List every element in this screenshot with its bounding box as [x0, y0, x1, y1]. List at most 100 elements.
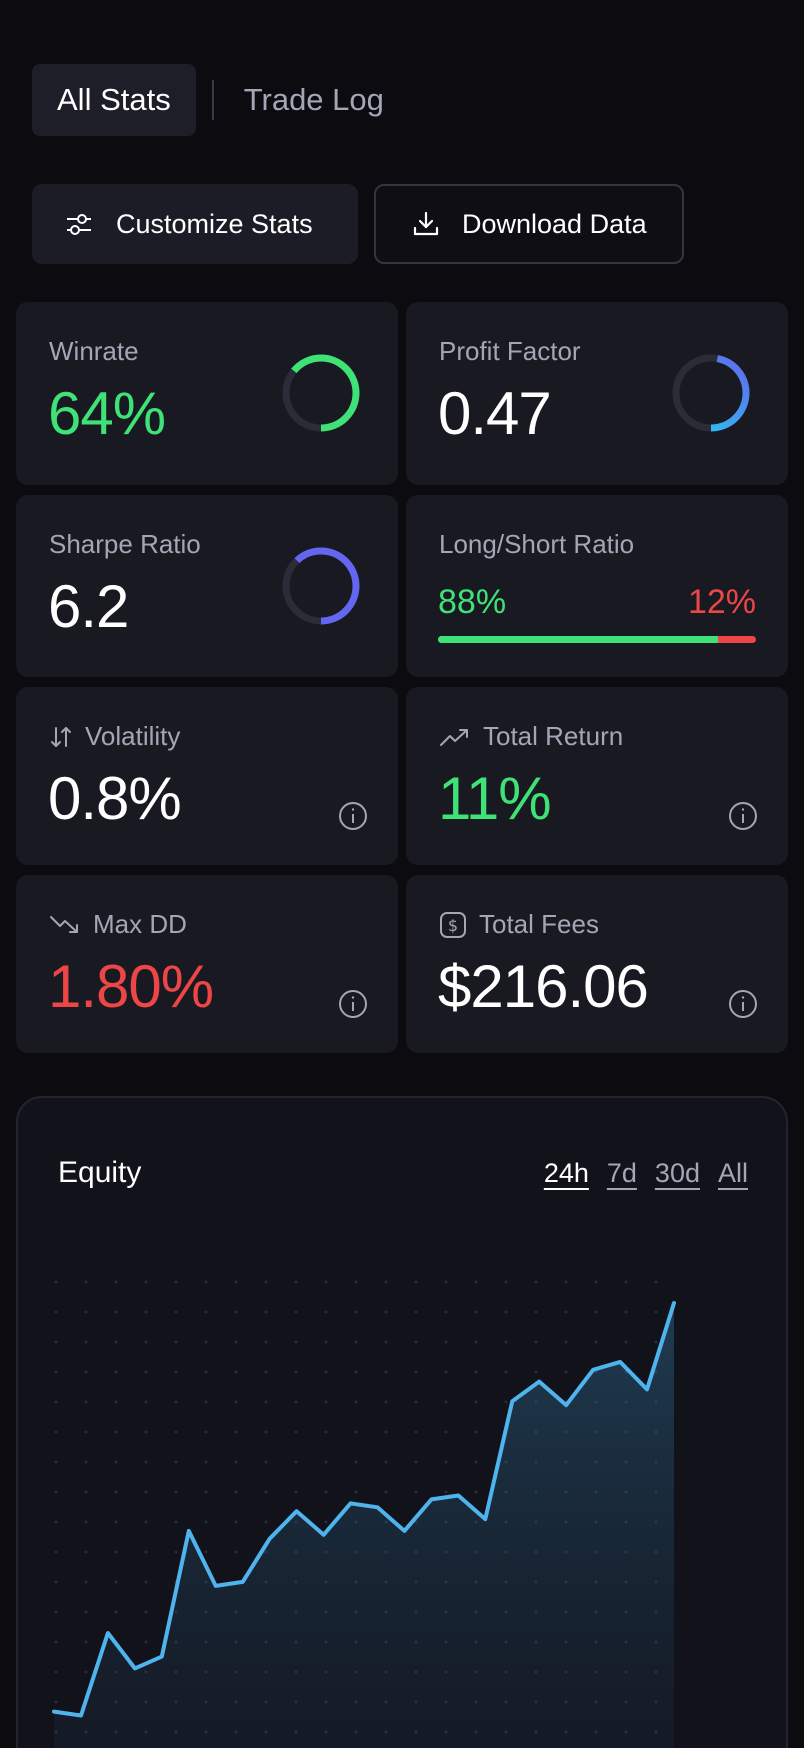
grid-dot	[654, 1310, 658, 1314]
grid-dot	[414, 1370, 418, 1374]
grid-dot	[114, 1550, 118, 1554]
grid-dot	[474, 1430, 478, 1434]
info-icon[interactable]	[728, 801, 758, 831]
grid-dot	[84, 1340, 88, 1344]
info-icon[interactable]	[338, 801, 368, 831]
grid-dot	[54, 1490, 58, 1494]
grid-dot	[174, 1370, 178, 1374]
grid-dot	[174, 1460, 178, 1464]
total-fees-label: $ Total Fees	[439, 909, 599, 940]
max-dd-card: Max DD 1.80%	[16, 875, 398, 1053]
grid-dot	[144, 1340, 148, 1344]
grid-dot	[204, 1490, 208, 1494]
grid-dot	[84, 1610, 88, 1614]
grid-dot	[234, 1550, 238, 1554]
grid-dot	[84, 1670, 88, 1674]
view-tabs: All Stats Trade Log	[32, 64, 409, 136]
grid-dot	[54, 1670, 58, 1674]
customize-stats-button[interactable]: Customize Stats	[32, 184, 358, 264]
grid-dot	[204, 1460, 208, 1464]
grid-dot	[174, 1340, 178, 1344]
grid-dot	[204, 1520, 208, 1524]
grid-dot	[84, 1430, 88, 1434]
grid-dot	[84, 1490, 88, 1494]
grid-dot	[384, 1340, 388, 1344]
grid-dot	[354, 1280, 358, 1284]
grid-dot	[144, 1640, 148, 1644]
grid-dot	[264, 1400, 268, 1404]
grid-dot	[204, 1310, 208, 1314]
grid-dot	[84, 1520, 88, 1524]
grid-dot	[114, 1430, 118, 1434]
grid-dot	[54, 1400, 58, 1404]
grid-dot	[414, 1430, 418, 1434]
long-percent: 88%	[438, 583, 507, 621]
grid-dot	[354, 1310, 358, 1314]
short-percent: 12%	[687, 583, 756, 621]
grid-dot	[414, 1340, 418, 1344]
equity-area	[54, 1303, 674, 1748]
grid-dot	[84, 1370, 88, 1374]
grid-dot	[264, 1460, 268, 1464]
grid-dot	[144, 1310, 148, 1314]
range-7d[interactable]: 7d	[607, 1158, 637, 1189]
tab-all-stats[interactable]: All Stats	[32, 64, 196, 136]
grid-dot	[594, 1340, 598, 1344]
trending-down-icon	[50, 915, 78, 933]
grid-dot	[324, 1490, 328, 1494]
grid-dot	[474, 1490, 478, 1494]
grid-dot	[234, 1340, 238, 1344]
grid-dot	[204, 1280, 208, 1284]
grid-dot	[84, 1400, 88, 1404]
grid-dot	[324, 1430, 328, 1434]
grid-dot	[564, 1340, 568, 1344]
grid-dot	[144, 1610, 148, 1614]
tab-trade-log[interactable]: Trade Log	[214, 64, 409, 136]
grid-dot	[54, 1550, 58, 1554]
grid-dot	[264, 1490, 268, 1494]
grid-dot	[174, 1400, 178, 1404]
total-return-card: Total Return 11%	[406, 687, 788, 865]
sharpe-ratio-value: 6.2	[48, 573, 129, 640]
grid-dot	[54, 1700, 58, 1704]
grid-dot	[324, 1370, 328, 1374]
info-icon[interactable]	[338, 989, 368, 1019]
grid-dot	[444, 1490, 448, 1494]
download-icon	[413, 211, 439, 236]
grid-dot	[534, 1310, 538, 1314]
grid-dot	[204, 1340, 208, 1344]
grid-dot	[354, 1400, 358, 1404]
grid-dot	[324, 1400, 328, 1404]
grid-dot	[384, 1460, 388, 1464]
volatility-label: Volatility	[49, 721, 180, 752]
grid-dot	[504, 1280, 508, 1284]
info-icon[interactable]	[728, 989, 758, 1019]
range-30d[interactable]: 30d	[655, 1158, 700, 1189]
grid-dot	[54, 1430, 58, 1434]
grid-dot	[144, 1520, 148, 1524]
grid-dot	[534, 1280, 538, 1284]
range-24h[interactable]: 24h	[544, 1158, 589, 1189]
grid-dot	[624, 1310, 628, 1314]
grid-dot	[234, 1430, 238, 1434]
grid-dot	[564, 1370, 568, 1374]
equity-panel: Equity 24h 7d 30d All	[16, 1096, 788, 1748]
grid-dot	[354, 1430, 358, 1434]
grid-dot	[444, 1340, 448, 1344]
grid-dot	[114, 1520, 118, 1524]
profit-factor-ring	[672, 354, 750, 432]
grid-dot	[84, 1640, 88, 1644]
winrate-ring	[282, 354, 360, 432]
sharpe-ratio-label: Sharpe Ratio	[49, 529, 201, 559]
range-all[interactable]: All	[718, 1158, 748, 1189]
grid-dot	[204, 1550, 208, 1554]
grid-dot	[54, 1580, 58, 1584]
grid-dot	[444, 1400, 448, 1404]
profit-factor-label: Profit Factor	[439, 336, 581, 366]
customize-stats-label: Customize Stats	[116, 208, 313, 239]
grid-dot	[84, 1310, 88, 1314]
grid-dot	[474, 1280, 478, 1284]
download-data-button[interactable]: Download Data	[374, 184, 684, 264]
grid-dot	[174, 1430, 178, 1434]
time-range-selector: 24h 7d 30d All	[544, 1158, 748, 1189]
